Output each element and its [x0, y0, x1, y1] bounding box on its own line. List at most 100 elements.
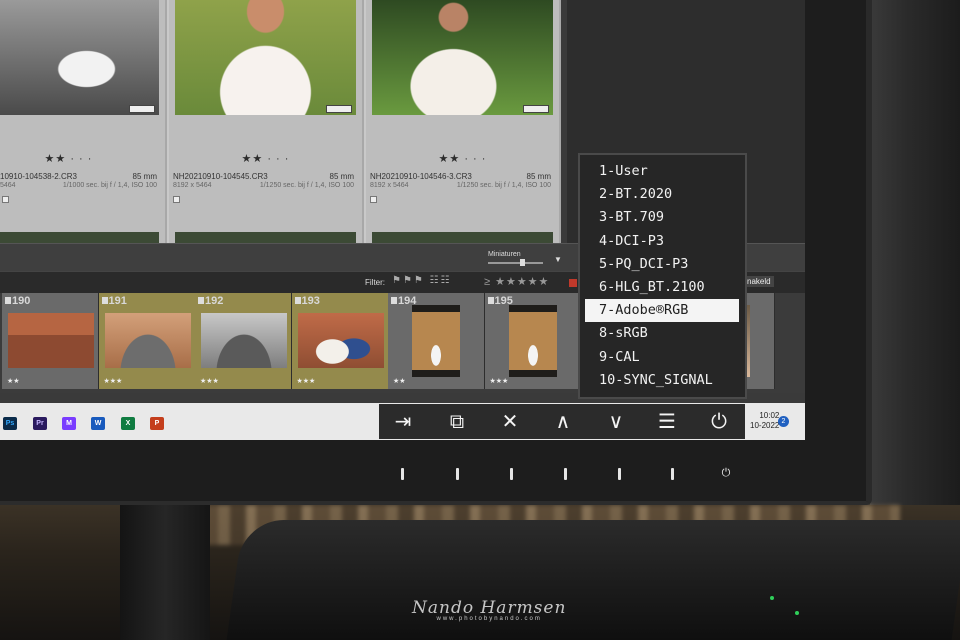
taskbar-app-icon[interactable]: X	[121, 417, 135, 430]
frame-number: 190	[12, 295, 31, 307]
background-wall	[870, 0, 960, 520]
flag-icon[interactable]	[5, 297, 11, 304]
osd-menu-item[interactable]: 2-BT.2020	[585, 183, 739, 206]
watermark-signature: Nando Harmsen	[412, 598, 567, 618]
filmstrip-thumbnail[interactable]	[8, 313, 94, 368]
rating-stars[interactable]: ★★ · · ·	[366, 152, 559, 165]
osd-menu-item[interactable]: 4-DCI-P3	[585, 230, 739, 253]
clock-time: 10:02	[759, 411, 780, 420]
up-icon[interactable]: ∧	[550, 408, 576, 434]
monitor-stand-base	[226, 520, 960, 640]
grid-cell[interactable]: ★★ · · · 10910-104538-2.CR3 85 mm 5464 1…	[0, 0, 167, 248]
filter-label: Filter:	[365, 278, 385, 287]
color-label-filter[interactable]	[569, 279, 577, 287]
flag-icon[interactable]	[198, 297, 204, 304]
power-icon[interactable]: ⏻	[719, 466, 733, 480]
grid-cell[interactable]: ★★ · · · NH20210910-104546-3.CR3 85 mm 8…	[366, 0, 561, 248]
grid-cell[interactable]: ★★ · · · NH20210910-104545.CR3 85 mm 819…	[169, 0, 364, 248]
slider-knob[interactable]	[520, 259, 525, 266]
down-icon[interactable]: ∨	[603, 408, 629, 434]
flag-icon[interactable]	[370, 196, 377, 203]
filter-preset-select[interactable]: nakeld	[744, 276, 774, 287]
filmstrip-thumbnail[interactable]	[508, 305, 557, 377]
bezel-key-menu[interactable]	[671, 468, 674, 480]
osd-menu-item[interactable]: 10-SYNC_SIGNAL	[585, 369, 739, 392]
filmstrip-thumbnail[interactable]	[104, 313, 191, 368]
rating-stars: ★★	[7, 378, 20, 385]
flag-icon[interactable]	[101, 297, 108, 304]
close-icon[interactable]: ✕	[497, 408, 523, 434]
rating-stars: ★★	[393, 378, 406, 385]
power-icon[interactable]: ⏻	[706, 408, 732, 434]
bezel-key-input[interactable]	[401, 468, 404, 480]
badge-icons	[129, 105, 155, 113]
flag-icon[interactable]	[2, 196, 9, 203]
flag-filter-icon[interactable]: ⚑⚑⚑ ☷☷	[392, 275, 452, 286]
monitor-stand-neck	[120, 505, 210, 640]
rating-filter[interactable]: ≥ ★★★★★	[484, 275, 549, 288]
dimensions: 5464	[0, 182, 16, 189]
filmstrip-frame[interactable]: 192 ★★★	[195, 293, 292, 389]
menu-icon[interactable]: ☰	[654, 408, 680, 434]
frame-number: 191	[108, 295, 127, 307]
thumbnail-size-slider[interactable]	[488, 262, 543, 264]
flag-icon[interactable]	[173, 196, 180, 203]
rating-stars: ★★★	[200, 378, 219, 385]
taskbar-app-icon[interactable]: Pr	[33, 417, 47, 430]
notification-badge[interactable]: 2	[778, 416, 789, 427]
lens-info: 85 mm	[329, 172, 354, 181]
bezel-key-up[interactable]	[564, 468, 567, 480]
rating-stars: ★★★	[103, 378, 123, 385]
photo-thumbnail[interactable]	[0, 0, 159, 115]
lens-info: 85 mm	[132, 172, 157, 181]
exif-info: 1/1250 sec. bij f / 1,4, ISO 100	[259, 182, 354, 189]
rating-stars[interactable]: ★★ · · ·	[169, 152, 362, 165]
clock-date: 10-2022	[750, 421, 780, 430]
picture-mode-icon[interactable]: ⧉	[444, 408, 470, 434]
flag-icon[interactable]	[487, 297, 494, 304]
lens-info: 85 mm	[526, 172, 551, 181]
bezel-key-mode[interactable]	[456, 468, 459, 480]
photo-thumbnail[interactable]	[175, 0, 356, 115]
input-icon[interactable]: ⇥	[390, 408, 416, 434]
rating-stars[interactable]: ★★ · · ·	[0, 152, 165, 165]
taskbar-app-icon[interactable]: M	[62, 417, 76, 430]
status-led	[770, 596, 774, 600]
status-led	[795, 611, 799, 615]
osd-menu-item[interactable]: 9-CAL	[585, 346, 739, 369]
filmstrip-thumbnail[interactable]	[297, 313, 384, 368]
bezel-key-exit[interactable]	[510, 468, 513, 480]
filmstrip-frame[interactable]: 194 ★★	[388, 293, 485, 389]
osd-menu-item[interactable]: 8-sRGB	[585, 322, 739, 345]
osd-menu-item[interactable]: 6-HLG_BT.2100	[585, 276, 739, 299]
chevron-down-icon[interactable]: ▼	[554, 255, 562, 264]
badge-icons	[523, 105, 549, 113]
filmstrip-thumbnail[interactable]	[201, 313, 287, 368]
filmstrip-thumbnail[interactable]	[412, 305, 460, 377]
dimensions: 8192 x 5464	[173, 182, 212, 189]
photographer-watermark: Nando Harmsen www.photobynando.com	[412, 598, 566, 622]
taskbar-app-icon[interactable]: P	[150, 417, 164, 430]
osd-menu-item[interactable]: 1-User	[585, 160, 739, 183]
taskbar-app-icon[interactable]: Ps	[3, 417, 17, 430]
badge-icons	[326, 105, 352, 113]
flag-icon[interactable]	[391, 297, 397, 304]
taskbar-app-icon[interactable]: W	[91, 417, 105, 430]
exif-info: 1/1250 sec. bij f / 1,4, ISO 100	[456, 182, 551, 189]
filmstrip-frame[interactable]: 193 ★★★	[291, 293, 389, 389]
taskbar-clock[interactable]: 10:02 10-2022	[750, 411, 779, 431]
osd-menu-item[interactable]: 5-PQ_DCI-P3	[585, 253, 739, 276]
filmstrip-frame[interactable]: 195 ★★★	[484, 293, 582, 389]
flag-icon[interactable]	[294, 297, 301, 304]
filmstrip-frame[interactable]: 191 ★★★	[98, 293, 196, 389]
exif-info: 1/1000 sec. bij f / 1,4, ISO 100	[62, 182, 157, 189]
photo-thumbnail[interactable]	[372, 0, 553, 115]
file-name: NH20210910-104546-3.CR3	[370, 172, 472, 181]
file-name: 10910-104538-2.CR3	[0, 172, 77, 181]
osd-menu-item[interactable]: 7-Adobe®RGB	[585, 299, 739, 323]
rating-stars: ★★★	[489, 378, 509, 385]
dimensions: 8192 x 5464	[370, 182, 409, 189]
bezel-key-down[interactable]	[618, 468, 621, 480]
filmstrip-frame[interactable]: 190 ★★	[2, 293, 99, 389]
osd-menu-item[interactable]: 3-BT.709	[585, 206, 739, 229]
